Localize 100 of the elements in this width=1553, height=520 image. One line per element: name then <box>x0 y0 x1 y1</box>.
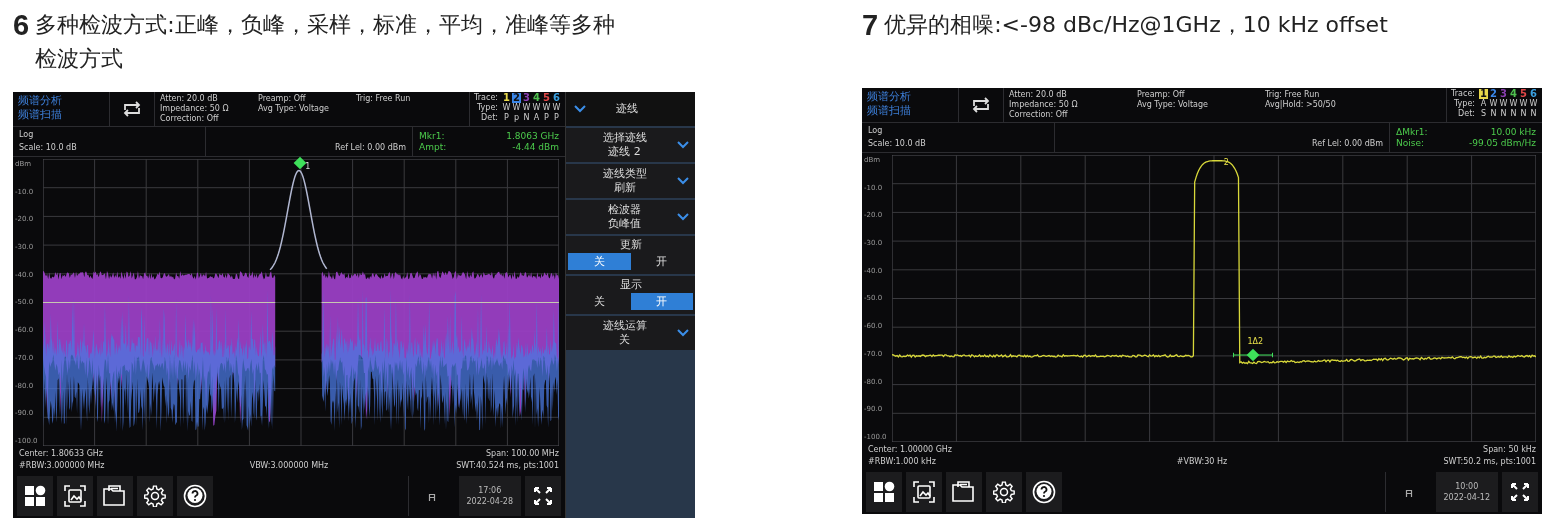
toolbar-button[interactable] <box>866 472 902 512</box>
trace-number[interactable]: 1 <box>1479 89 1488 99</box>
fullscreen-icon <box>534 487 552 505</box>
readout-label: Mkr1: <box>419 130 446 142</box>
marker-label: 1 <box>305 161 311 172</box>
trace-number[interactable]: 2 <box>1489 89 1498 99</box>
trace-label: Trace: <box>1451 89 1476 99</box>
detector-label: Det: <box>1457 109 1476 119</box>
marker-icon[interactable] <box>1246 348 1259 362</box>
toolbar-button[interactable] <box>97 476 133 516</box>
status-text: Correction: Off <box>1009 110 1069 120</box>
folder-icon <box>103 485 127 507</box>
trace-type: W <box>532 103 541 113</box>
status-text: Atten: 20.0 dB <box>160 94 219 104</box>
toolbar-button[interactable] <box>946 472 982 512</box>
toggle-label: 更新 <box>618 237 643 253</box>
trace-type: W <box>1509 99 1518 109</box>
trace-type: W <box>1519 99 1528 109</box>
section-title: 优异的相噪:<-98 dBc/Hz@1GHz，10 kHz offset <box>884 11 1389 39</box>
trace-type: W <box>1529 99 1538 109</box>
trace-detector: p <box>512 113 521 123</box>
readout-label: ΔMkr1: <box>1396 126 1428 138</box>
section-title: 多种检波方式:正峰，负峰，采样，标准，平均，准峰等多种检波方式 <box>35 11 616 73</box>
clock-time: 17:06 <box>478 485 502 496</box>
toolbar-button[interactable] <box>986 472 1022 512</box>
readout-label: Noise: <box>1396 137 1425 149</box>
trace-type: W <box>1489 99 1498 109</box>
detector-label: Det: <box>480 113 499 123</box>
span-value: Span: 50 kHz <box>1482 444 1536 456</box>
menu-dropdown[interactable]: 迹线运算 关 <box>566 316 695 350</box>
toolbar-button[interactable] <box>17 476 53 516</box>
help-icon <box>183 484 207 508</box>
toggle-option[interactable]: 关 <box>568 253 631 270</box>
trace-number[interactable]: 5 <box>1519 89 1528 99</box>
trace-number[interactable]: 4 <box>1509 89 1518 99</box>
trace-number[interactable]: 4 <box>532 93 541 103</box>
center-frequency: Center: 1.80633 GHz <box>19 448 105 460</box>
scale-text: Scale: 10.0 dB <box>19 143 78 153</box>
apps-icon <box>24 485 46 507</box>
mode-label[interactable]: 频谱扫描 <box>867 104 953 118</box>
mode-label[interactable]: 频谱分析 <box>867 90 953 104</box>
trace-number[interactable]: 6 <box>552 93 561 103</box>
readout-value: -99.05 dBm/Hz <box>1467 137 1536 149</box>
mode-label[interactable]: 频谱扫描 <box>18 108 104 122</box>
status-text: Atten: 20.0 dB <box>1009 90 1068 100</box>
swap-icon[interactable] <box>971 97 991 113</box>
mode-label[interactable]: 频谱分析 <box>18 94 104 108</box>
status-icon <box>1404 487 1413 497</box>
trace-label: Trace: <box>474 93 499 103</box>
clock-date: 2022-04-12 <box>1443 492 1490 503</box>
trace-detector: S <box>1479 109 1488 119</box>
trace-detector: N <box>1519 109 1528 119</box>
marker-span-icon <box>1232 352 1273 358</box>
trace-type: W <box>1499 99 1508 109</box>
trace-type: W <box>522 103 531 113</box>
trace-number[interactable]: 5 <box>542 93 551 103</box>
center-frequency: Center: 1.00000 GHz <box>868 444 954 456</box>
chevron-down-icon <box>677 213 689 221</box>
fullscreen-button[interactable] <box>1502 472 1538 512</box>
scale-text: Scale: 10.0 dB <box>868 139 927 149</box>
swap-icon[interactable] <box>122 101 142 117</box>
trace-detector: N <box>1529 109 1538 119</box>
trace-detector: N <box>1509 109 1518 119</box>
toolbar-button[interactable] <box>906 472 942 512</box>
menu-dropdown[interactable]: 迹线类型 刷新 <box>566 164 695 198</box>
toolbar-button[interactable] <box>57 476 93 516</box>
settings-icon <box>993 481 1015 503</box>
readout-value: 10.00 kHz <box>1489 126 1536 138</box>
status-text: Avg Type: Voltage <box>1137 100 1209 110</box>
trace-type: W <box>552 103 561 113</box>
chevron-down-icon <box>677 141 689 149</box>
trace-detector: N <box>522 113 531 123</box>
trace-number[interactable]: 6 <box>1529 89 1538 99</box>
screenshot-icon <box>913 481 935 503</box>
chevron-down-icon <box>574 105 586 113</box>
menu-dropdown[interactable]: 检波器 负峰值 <box>566 200 695 234</box>
status-text: Correction: Off <box>160 114 220 124</box>
toggle-option[interactable]: 关 <box>568 293 631 310</box>
vbw-value: #VBW:30 Hz <box>1175 456 1229 468</box>
settings-icon <box>144 485 166 507</box>
toggle-label: 显示 <box>618 277 643 293</box>
toolbar-button[interactable] <box>137 476 173 516</box>
trace-number[interactable]: 1 <box>502 93 511 103</box>
sweep-time: SWT:50.2 ms, pts:1001 <box>1442 456 1536 468</box>
screenshot-icon <box>64 485 86 507</box>
readout-label: Ampt: <box>419 141 447 153</box>
toolbar-button[interactable] <box>177 476 213 516</box>
toolbar-button[interactable] <box>1026 472 1062 512</box>
marker-label: 1Δ2 <box>1247 336 1264 347</box>
vbw-value: VBW:3.000000 MHz <box>248 460 330 472</box>
trace-number[interactable]: 2 <box>512 93 521 103</box>
status-text: Impedance: 50 Ω <box>160 104 230 114</box>
status-text: Preamp: Off <box>1137 90 1186 100</box>
section-number: 7 <box>862 8 879 42</box>
span-value: Span: 100.00 MHz <box>484 448 559 460</box>
menu-dropdown[interactable]: 选择迹线 迹线 2 <box>566 128 695 162</box>
toggle-option[interactable]: 开 <box>630 293 693 310</box>
scale-text: Log <box>868 126 884 136</box>
toggle-option[interactable]: 开 <box>630 253 693 270</box>
fullscreen-button[interactable] <box>525 476 561 516</box>
